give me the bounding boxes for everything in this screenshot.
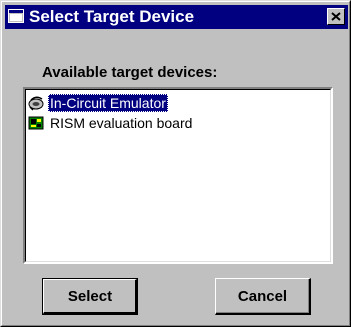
select-button-label: Select [67, 288, 113, 305]
board-chip-icon [28, 115, 44, 131]
emulator-icon [28, 95, 44, 111]
window-icon [8, 9, 24, 23]
close-icon [331, 12, 341, 21]
cancel-button-label: Cancel [237, 287, 288, 305]
window-title: Select Target Device [29, 7, 195, 26]
title-bar[interactable]: Select Target Device [5, 5, 348, 29]
select-button[interactable]: Select [42, 278, 138, 315]
select-target-device-dialog: Select Target Device Available target de… [0, 0, 351, 327]
close-button[interactable] [327, 8, 345, 25]
list-item-label: In-Circuit Emulator [48, 94, 168, 112]
cancel-button[interactable]: Cancel [215, 278, 311, 315]
target-devices-listbox[interactable]: In-Circuit Emulator RISM evaluation boar… [23, 87, 333, 264]
available-devices-label: Available target devices: [42, 64, 218, 81]
list-item-label: RISM evaluation board [50, 115, 193, 131]
